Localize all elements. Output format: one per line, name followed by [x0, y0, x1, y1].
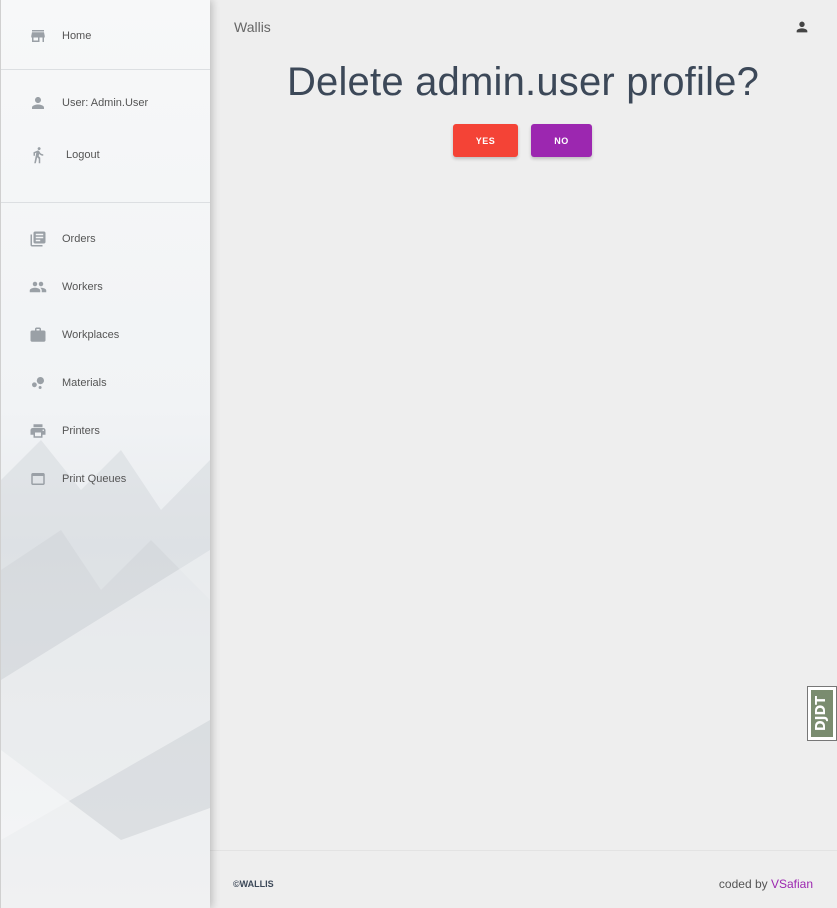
- sidebar-item-orders[interactable]: Orders: [1, 219, 210, 259]
- sidebar-item-workers[interactable]: Workers: [1, 267, 210, 307]
- sidebar-item-label: Logout: [66, 149, 100, 161]
- sidebar-item-label: Printers: [62, 425, 100, 437]
- sidebar-item-label: User: Admin.User: [62, 97, 149, 109]
- app-title[interactable]: Wallis: [234, 19, 271, 35]
- briefcase-icon: [29, 326, 47, 344]
- library-books-icon: [29, 230, 47, 248]
- bubbles-icon: [29, 374, 47, 392]
- store-icon: [29, 27, 47, 45]
- app: Home User: Admin.User Logout Orders Work…: [0, 0, 837, 908]
- sidebar-item-label: Print Queues: [62, 473, 127, 485]
- sidebar-item-label: Workplaces: [62, 329, 120, 341]
- sidebar-item-home[interactable]: Home: [1, 16, 210, 56]
- footer-credit: coded by VSafian: [719, 877, 813, 891]
- no-button[interactable]: NO: [531, 124, 592, 157]
- sidebar-item-user[interactable]: User: Admin.User: [1, 83, 210, 123]
- footer-divider: [209, 850, 837, 851]
- author-link[interactable]: VSafian: [771, 877, 813, 891]
- people-icon: [29, 278, 47, 296]
- printer-icon: [29, 422, 47, 440]
- sidebar-item-materials[interactable]: Materials: [1, 363, 210, 403]
- person-icon: [29, 94, 47, 112]
- debug-toolbar-badge: DJDT: [811, 690, 833, 737]
- sidebar-item-label: Orders: [62, 233, 96, 245]
- sidebar-divider: [1, 202, 210, 203]
- footer-copyright: ©WALLIS: [233, 879, 274, 889]
- footer-credit-prefix: coded by: [718, 877, 771, 891]
- debug-toolbar-handle[interactable]: DJDT: [807, 686, 837, 741]
- window-icon: [29, 470, 47, 488]
- sidebar-item-label: Materials: [62, 377, 107, 389]
- walking-person-icon: [29, 146, 47, 164]
- sidebar-divider: [1, 69, 210, 70]
- sidebar-item-label: Home: [62, 30, 92, 42]
- user-menu-icon[interactable]: [794, 19, 810, 35]
- sidebar-item-logout[interactable]: Logout: [1, 135, 210, 175]
- page-title: Delete admin.user profile?: [286, 60, 760, 104]
- sidebar-item-printers[interactable]: Printers: [1, 411, 210, 451]
- sidebar-item-print-queues[interactable]: Print Queues: [1, 459, 210, 499]
- yes-button[interactable]: YES: [453, 124, 518, 157]
- sidebar-item-label: Workers: [62, 281, 103, 293]
- sidebar-item-workplaces[interactable]: Workplaces: [1, 315, 210, 355]
- sidebar: Home User: Admin.User Logout Orders Work…: [0, 0, 210, 908]
- debug-toolbar-label: DJDT: [814, 695, 830, 732]
